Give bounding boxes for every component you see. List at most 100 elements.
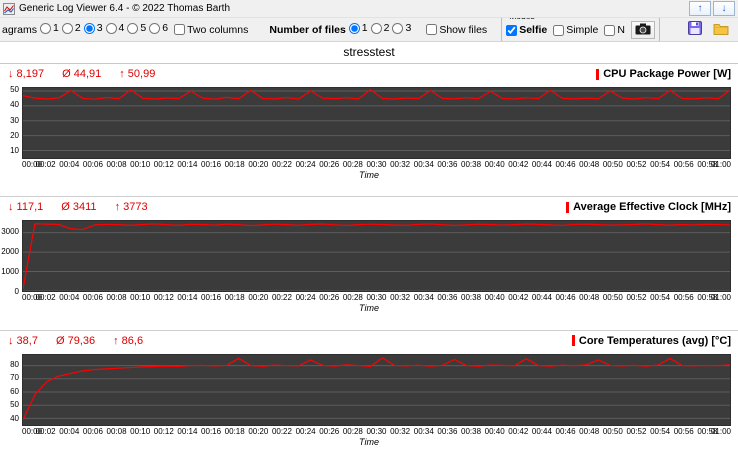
two-columns-checkbox-label[interactable]: Two columns — [174, 24, 248, 36]
plot-area[interactable] — [22, 87, 731, 159]
save-button[interactable] — [684, 21, 706, 39]
x-axis-labels: 00:00 00:02 00:04 00:06 00:08 00:10 00:12 00:14… — [22, 293, 731, 303]
selfie-label: Selfie — [519, 24, 548, 36]
y-tick-label: 50 — [10, 85, 19, 95]
diagrams-radio-1[interactable] — [40, 22, 52, 34]
x-tick-label: 00:20 — [248, 160, 269, 169]
diagrams-option-5[interactable]: 5 — [127, 22, 146, 34]
chart-title: Core Temperatures (avg) [°C] — [571, 335, 731, 347]
diagrams-option-6[interactable]: 6 — [149, 22, 168, 34]
x-tick-label: 00:34 — [413, 160, 434, 169]
x-tick-label: 00:52 — [626, 293, 647, 303]
chart-title-label: CPU Package Power [W] — [603, 68, 731, 80]
y-tick-label: 40 — [10, 100, 19, 110]
x-tick-label: 00:16 — [201, 426, 222, 436]
files-radio-1[interactable] — [348, 22, 360, 34]
plot-area[interactable] — [22, 353, 731, 426]
chart-panel: ↓ 38,7 Ø 79,36 ↑ 86,6 Core Temperatures … — [0, 330, 738, 463]
expand-all-button[interactable]: ↓ — [713, 1, 735, 16]
y-tick-label: 0 — [14, 287, 19, 297]
x-tick-label: 00:42 — [508, 160, 529, 169]
window-buttons: ↑ ↓ — [689, 1, 735, 16]
x-tick-label: 00:54 — [650, 426, 671, 436]
x-tick-label: 00:50 — [602, 293, 623, 303]
plot-area[interactable] — [22, 220, 731, 293]
diagrams-radio-5[interactable] — [127, 22, 139, 34]
diagrams-option-4[interactable]: 4 — [105, 22, 124, 34]
chart-title: CPU Package Power [W] — [596, 68, 731, 80]
show-files-checkbox[interactable] — [426, 24, 438, 35]
show-files-checkbox-label[interactable]: Show files — [426, 24, 487, 36]
x-tick-label: 00:46 — [555, 160, 576, 169]
folder-icon — [713, 22, 729, 38]
x-tick-label: 00:14 — [177, 293, 198, 303]
x-tick-label: 00:48 — [579, 426, 600, 436]
line-chart — [23, 88, 730, 158]
diagrams-radio-6[interactable] — [149, 22, 161, 34]
simple-checkbox-label[interactable]: Simple — [553, 24, 598, 36]
diagrams-label-2: 2 — [74, 22, 81, 35]
selfie-checkbox[interactable] — [506, 24, 518, 36]
diagrams-label-1: 1 — [53, 22, 59, 35]
x-tick-label: 00:38 — [461, 293, 482, 303]
n-mode-checkbox[interactable] — [604, 24, 616, 36]
x-tick-label: 00:36 — [437, 293, 458, 303]
screenshot-button[interactable] — [630, 21, 655, 39]
x-tick-label: 00:06 — [82, 426, 103, 436]
diagrams-radio-3[interactable] — [83, 22, 95, 34]
diagrams-radio-4[interactable] — [105, 22, 117, 34]
chart-panel: ↓ 8,197 Ø 44,91 ↑ 50,99 CPU Package Powe… — [0, 64, 738, 198]
n-mode-checkbox-label[interactable]: N — [604, 24, 625, 36]
open-button[interactable] — [709, 21, 733, 39]
line-chart — [23, 221, 730, 291]
y-tick-label: 40 — [10, 413, 19, 423]
simple-checkbox[interactable] — [553, 24, 565, 36]
y-axis: 40 50 60 70 80 — [0, 354, 22, 426]
diagrams-option-1[interactable]: 1 — [40, 22, 59, 34]
y-tick-label: 60 — [10, 386, 19, 396]
y-tick-label: 2000 — [1, 247, 19, 257]
x-tick-label: 00:36 — [437, 426, 458, 436]
y-axis: 10 20 30 40 50 — [0, 85, 22, 159]
x-tick-label: 00:04 — [59, 426, 80, 436]
y-tick-label: 20 — [10, 131, 19, 141]
files-radio-2[interactable] — [370, 22, 382, 34]
collapse-all-button[interactable]: ↑ — [689, 1, 711, 16]
x-tick-label: 00:34 — [413, 293, 434, 303]
titlebar: Generic Log Viewer 6.4 - © 2022 Thomas B… — [0, 0, 738, 18]
chart-title: Average Effective Clock [MHz] — [566, 201, 731, 213]
stat-min: ↓ 8,197 — [8, 68, 45, 80]
x-tick-label: 00:04 — [59, 293, 80, 303]
x-tick-label: 00:36 — [437, 160, 458, 169]
x-tick-label: 01:00 — [710, 160, 731, 169]
y-axis: 0 1000 2000 3000 — [0, 220, 22, 296]
x-tick-label: 00:44 — [531, 426, 552, 436]
diagrams-radio-2[interactable] — [61, 22, 73, 34]
line-chart — [23, 355, 730, 425]
y-tick-label: 3000 — [1, 227, 19, 237]
x-tick-label: 00:02 — [35, 426, 56, 436]
files-option-3[interactable]: 3 — [392, 22, 411, 34]
x-tick-label: 00:50 — [602, 426, 623, 436]
chart-stats: ↓ 38,7 Ø 79,36 ↑ 86,6 — [8, 335, 143, 347]
x-tick-label: 00:56 — [673, 293, 694, 303]
diagrams-options: 1 2 3 4 5 6 — [40, 22, 171, 37]
modes-group-label: Modes — [507, 18, 537, 21]
selfie-checkbox-label[interactable]: Selfie — [506, 24, 547, 36]
x-tick-label: 00:56 — [673, 160, 694, 169]
x-tick-label: 00:44 — [531, 160, 552, 169]
files-option-2[interactable]: 2 — [370, 22, 389, 34]
diagrams-option-2[interactable]: 2 — [61, 22, 81, 35]
files-option-1[interactable]: 1 — [348, 22, 368, 34]
x-tick-label: 00:18 — [224, 293, 245, 303]
x-tick-label: 00:34 — [413, 426, 434, 436]
x-tick-label: 00:22 — [271, 160, 292, 169]
chart-header: ↓ 8,197 Ø 44,91 ↑ 50,99 CPU Package Powe… — [0, 67, 738, 81]
two-columns-checkbox[interactable] — [174, 24, 186, 35]
x-tick-label: 00:30 — [366, 426, 387, 436]
x-tick-label: 00:06 — [82, 160, 103, 169]
diagrams-option-3[interactable]: 3 — [83, 22, 103, 34]
x-tick-label: 00:52 — [626, 426, 647, 436]
two-columns-label: Two columns — [187, 23, 249, 36]
files-radio-3[interactable] — [392, 22, 404, 34]
